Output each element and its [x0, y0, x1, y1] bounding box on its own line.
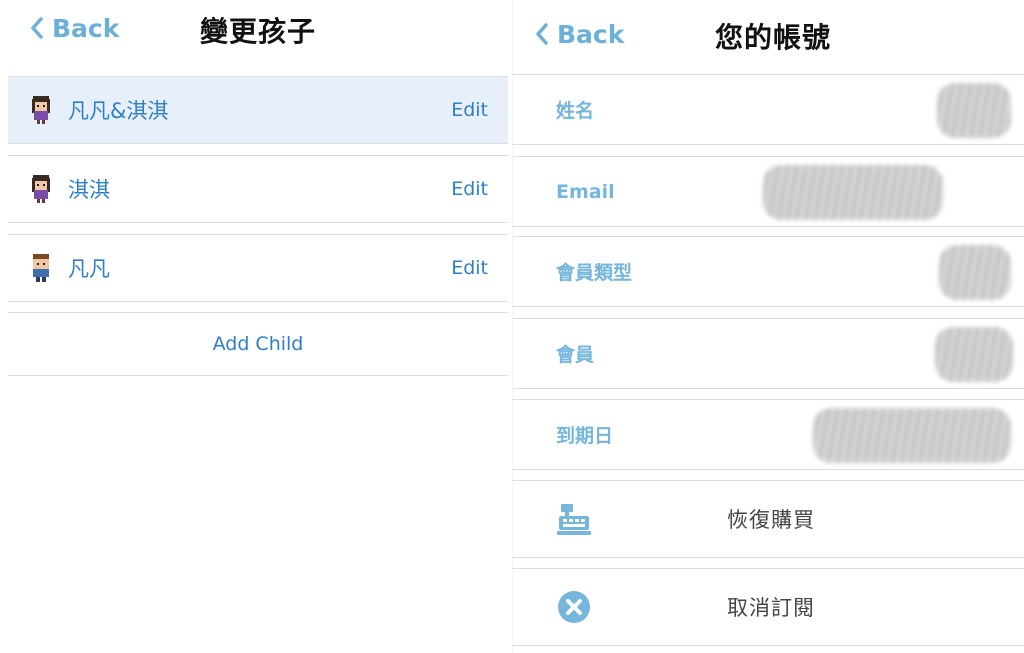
page-title: 變更孩子: [200, 15, 317, 48]
add-child-button[interactable]: Add Child: [8, 312, 508, 376]
restore-purchase-label: 恢復購買: [727, 508, 815, 532]
edit-button[interactable]: Edit: [451, 99, 488, 121]
expiry-date-label: 到期日: [556, 425, 614, 447]
membership-row: 會員: [513, 318, 1024, 389]
change-child-screen: Back 變更孩子 凡凡&淇淇 Edit 淇淇 Edit 凡凡 Edit Add…: [0, 0, 512, 653]
child-name: 凡凡&淇淇: [68, 99, 169, 123]
child-row-3[interactable]: 凡凡 Edit: [8, 234, 508, 302]
boy-avatar-icon: [33, 254, 49, 282]
name-row: 姓名: [513, 74, 1024, 145]
account-screen: Back 您的帳號 姓名 Email 會員類型 會員 到期日 恢復購買 取消訂閱: [512, 0, 1024, 653]
redacted-value: [939, 245, 1011, 300]
back-button[interactable]: Back: [30, 10, 119, 46]
cancel-circle-icon: [558, 591, 590, 623]
membership-label: 會員: [556, 344, 595, 366]
redacted-value: [763, 165, 943, 220]
girl-avatar-icon: [32, 175, 50, 203]
edit-button[interactable]: Edit: [451, 178, 488, 200]
back-label: Back: [557, 19, 625, 49]
back-button[interactable]: Back: [535, 16, 624, 52]
cancel-subscription-button[interactable]: 取消訂閱: [513, 568, 1024, 646]
nav-bar: Back 變更孩子: [0, 0, 512, 64]
back-label: Back: [52, 13, 120, 43]
chevron-left-icon: [536, 23, 548, 45]
redacted-value: [935, 327, 1013, 382]
expiry-date-row: 到期日: [513, 399, 1024, 470]
nav-bar: Back 您的帳號: [513, 0, 1024, 64]
child-name: 凡凡: [68, 257, 110, 281]
email-row: Email: [513, 156, 1024, 227]
name-label: 姓名: [556, 100, 595, 122]
cancel-subscription-label: 取消訂閱: [727, 596, 815, 620]
redacted-value: [813, 408, 1011, 463]
child-row-1[interactable]: 凡凡&淇淇 Edit: [8, 76, 508, 144]
restore-purchase-button[interactable]: 恢復購買: [513, 480, 1024, 558]
girl-avatar-icon: [32, 96, 50, 124]
child-row-2[interactable]: 淇淇 Edit: [8, 155, 508, 223]
cash-register-icon: [557, 504, 591, 535]
child-name: 淇淇: [68, 178, 110, 202]
page-title: 您的帳號: [715, 21, 832, 54]
chevron-left-icon: [31, 17, 43, 39]
membership-type-row: 會員類型: [513, 236, 1024, 307]
edit-button[interactable]: Edit: [451, 257, 488, 279]
membership-type-label: 會員類型: [556, 262, 633, 284]
add-child-label: Add Child: [212, 333, 304, 355]
email-label: Email: [556, 180, 615, 203]
redacted-value: [937, 83, 1011, 138]
